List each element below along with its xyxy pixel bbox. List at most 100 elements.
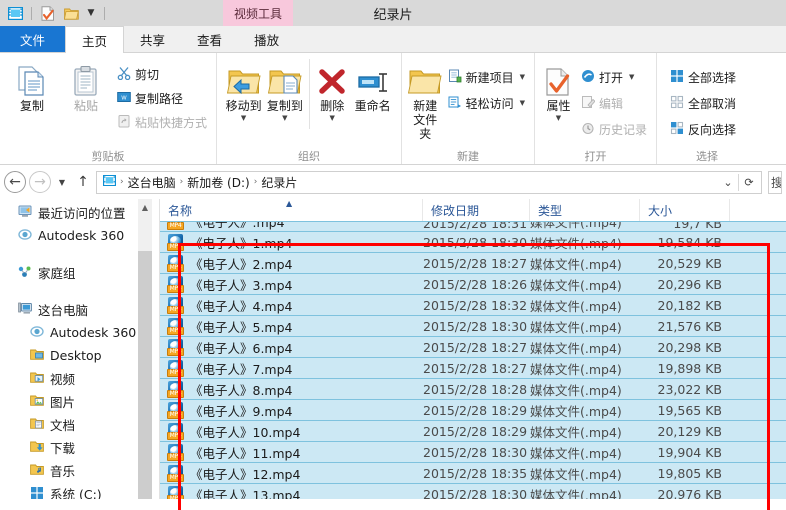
- drive-icon: [30, 486, 44, 500]
- table-row[interactable]: MP4 《电子人》7.mp4 2015/2/28 18:27 媒体文件(.mp4…: [160, 357, 786, 379]
- scrollbar-thumb[interactable]: [138, 251, 152, 499]
- properties-button[interactable]: 属性 ▼: [541, 59, 576, 122]
- copy-button[interactable]: 复制: [6, 59, 58, 113]
- sidebar-item-desktop[interactable]: Desktop: [0, 344, 160, 367]
- sidebar-item-system-drive[interactable]: 系统 (C:): [0, 482, 160, 499]
- paste-shortcut-icon: [117, 114, 131, 131]
- sidebar-item-documents[interactable]: 文档: [0, 413, 160, 436]
- quick-access-toolbar: ▼: [0, 0, 108, 26]
- table-row[interactable]: MP4 《电子人》4.mp4 2015/2/28 18:32 媒体文件(.mp4…: [160, 294, 786, 316]
- move-to-button[interactable]: 移动到 ▼: [223, 59, 264, 122]
- table-row[interactable]: MP4 《电子人》.mp4 2015/2/28 18:31 媒体文件(.mp4)…: [160, 221, 786, 232]
- invert-selection-button[interactable]: 反向选择: [667, 119, 739, 139]
- copy-icon: [17, 63, 47, 97]
- cell-type: 媒体文件(.mp4): [530, 235, 622, 251]
- autodesk360-icon: [30, 325, 44, 341]
- tab-file[interactable]: 文件: [0, 26, 66, 52]
- paste-button[interactable]: 粘贴: [60, 59, 112, 113]
- cut-button[interactable]: 剪切: [114, 64, 210, 84]
- table-row[interactable]: MP4 《电子人》11.mp4 2015/2/28 18:30 媒体文件(.mp…: [160, 441, 786, 463]
- address-history-dropdown-icon[interactable]: ⌄: [718, 172, 738, 193]
- history-label: 历史记录: [598, 122, 647, 137]
- tab-view[interactable]: 查看: [181, 26, 238, 52]
- file-name-text: 《电子人》6.mp4: [190, 340, 293, 356]
- mp4-file-icon: MP4: [167, 275, 184, 293]
- table-row[interactable]: MP4 《电子人》9.mp4 2015/2/28 18:29 媒体文件(.mp4…: [160, 399, 786, 421]
- column-header-size[interactable]: 大小: [640, 199, 730, 221]
- new-item-button[interactable]: 新建项目 ▼: [445, 67, 528, 87]
- navigation-scrollbar[interactable]: ▲: [138, 199, 152, 499]
- cell-type: 媒体文件(.mp4): [530, 424, 622, 440]
- edit-button[interactable]: 编辑: [578, 93, 650, 113]
- properties-caret-icon[interactable]: ▼: [556, 115, 561, 122]
- sidebar-item-autodesk360-child[interactable]: Autodesk 360: [0, 321, 160, 344]
- sidebar-item-downloads[interactable]: 下载: [0, 436, 160, 459]
- new-folder-icon[interactable]: [61, 3, 81, 23]
- tab-play[interactable]: 播放: [238, 26, 295, 52]
- easy-access-button[interactable]: 轻松访问 ▼: [445, 93, 528, 113]
- group-label-organize: 组织: [298, 149, 320, 163]
- column-header-date[interactable]: 修改日期: [423, 199, 530, 221]
- copy-to-label: 复制到: [266, 99, 303, 113]
- table-row[interactable]: MP4 《电子人》1.mp4 2015/2/28 18:30 媒体文件(.mp4…: [160, 231, 786, 253]
- customize-chevron-icon[interactable]: ▼: [84, 8, 98, 18]
- address-breadcrumb-box[interactable]: › 这台电脑 › 新加卷 (D:) › 纪录片 ⌄ ⟳: [96, 170, 762, 194]
- sidebar-item-music[interactable]: 音乐: [0, 459, 160, 482]
- cell-name: MP4 《电子人》2.mp4: [160, 254, 423, 273]
- properties-large-icon: [544, 63, 572, 97]
- sidebar-item-autodesk360[interactable]: Autodesk 360: [0, 224, 160, 247]
- breadcrumb-item-current-folder[interactable]: 纪录片: [257, 174, 301, 191]
- copy-path-button[interactable]: W 复制路径: [114, 88, 210, 108]
- delete-caret-icon[interactable]: ▼: [330, 115, 335, 122]
- sidebar-item-this-pc[interactable]: 这台电脑: [0, 298, 160, 321]
- cell-name: MP4 《电子人》10.mp4: [160, 422, 423, 441]
- open-dropdown-icon[interactable]: ▼: [629, 73, 634, 81]
- sidebar-item-videos[interactable]: 视频: [0, 367, 160, 390]
- table-row[interactable]: MP4 《电子人》13.mp4 2015/2/28 18:30 媒体文件(.mp…: [160, 483, 786, 499]
- table-row[interactable]: MP4 《电子人》8.mp4 2015/2/28 18:28 媒体文件(.mp4…: [160, 378, 786, 400]
- table-row[interactable]: MP4 《电子人》2.mp4 2015/2/28 18:27 媒体文件(.mp4…: [160, 252, 786, 274]
- new-item-dropdown-icon[interactable]: ▼: [520, 73, 525, 81]
- cell-name: MP4 《电子人》1.mp4: [160, 233, 423, 252]
- file-list-pane: 名称 修改日期 类型 大小 ▲ MP4 《电子人》.mp4 2015/2/28 …: [160, 199, 786, 499]
- breadcrumb-item-this-pc[interactable]: 这台电脑: [124, 174, 180, 191]
- properties-label: 属性: [546, 99, 571, 113]
- select-none-button[interactable]: 全部取消: [667, 93, 739, 113]
- search-input[interactable]: 搜: [768, 170, 782, 194]
- easy-access-dropdown-icon[interactable]: ▼: [520, 99, 525, 107]
- history-button[interactable]: 历史记录: [578, 119, 650, 139]
- cell-size: 19,904 KB: [657, 444, 722, 460]
- open-button[interactable]: 打开 ▼: [578, 67, 650, 87]
- delete-button[interactable]: 删除 ▼: [314, 59, 350, 122]
- table-row[interactable]: MP4 《电子人》3.mp4 2015/2/28 18:26 媒体文件(.mp4…: [160, 273, 786, 295]
- move-to-caret-icon[interactable]: ▼: [241, 115, 246, 122]
- properties-icon[interactable]: [38, 3, 58, 23]
- copy-to-caret-icon[interactable]: ▼: [282, 115, 287, 122]
- folder-video-icon[interactable]: [5, 3, 25, 23]
- select-all-button[interactable]: 全部选择: [667, 67, 739, 87]
- column-header-type[interactable]: 类型: [530, 199, 640, 221]
- table-row[interactable]: MP4 《电子人》5.mp4 2015/2/28 18:30 媒体文件(.mp4…: [160, 315, 786, 337]
- paste-shortcut-button[interactable]: 粘贴快捷方式: [114, 112, 210, 132]
- sidebar-item-pictures[interactable]: 图片: [0, 390, 160, 413]
- refresh-icon[interactable]: ⟳: [739, 172, 759, 193]
- sidebar-item-homegroup[interactable]: 家庭组: [0, 261, 160, 284]
- forward-button[interactable]: →: [29, 171, 51, 193]
- rename-button[interactable]: 重命名: [350, 59, 395, 113]
- scroll-up-arrow-icon[interactable]: ▲: [138, 199, 152, 215]
- table-row[interactable]: MP4 《电子人》12.mp4 2015/2/28 18:35 媒体文件(.mp…: [160, 462, 786, 484]
- table-row[interactable]: MP4 《电子人》6.mp4 2015/2/28 18:27 媒体文件(.mp4…: [160, 336, 786, 358]
- paste-icon: [72, 63, 100, 97]
- sidebar-item-recent-places[interactable]: 最近访问的位置: [0, 201, 160, 224]
- tab-home[interactable]: 主页: [65, 26, 125, 53]
- table-row[interactable]: MP4 《电子人》10.mp4 2015/2/28 18:29 媒体文件(.mp…: [160, 420, 786, 442]
- back-button[interactable]: ←: [4, 171, 26, 193]
- breadcrumb-item-drive-d[interactable]: 新加卷 (D:): [183, 174, 253, 191]
- copy-to-button[interactable]: 复制到 ▼: [264, 59, 305, 122]
- recent-locations-dropdown[interactable]: ▼: [54, 171, 70, 193]
- folder-video-small-icon: [102, 174, 117, 189]
- new-folder-button[interactable]: 新建 文件夹: [408, 59, 443, 141]
- tab-share[interactable]: 共享: [124, 26, 181, 52]
- up-button[interactable]: ↑: [73, 171, 93, 193]
- easy-access-label: 轻松访问: [465, 96, 514, 111]
